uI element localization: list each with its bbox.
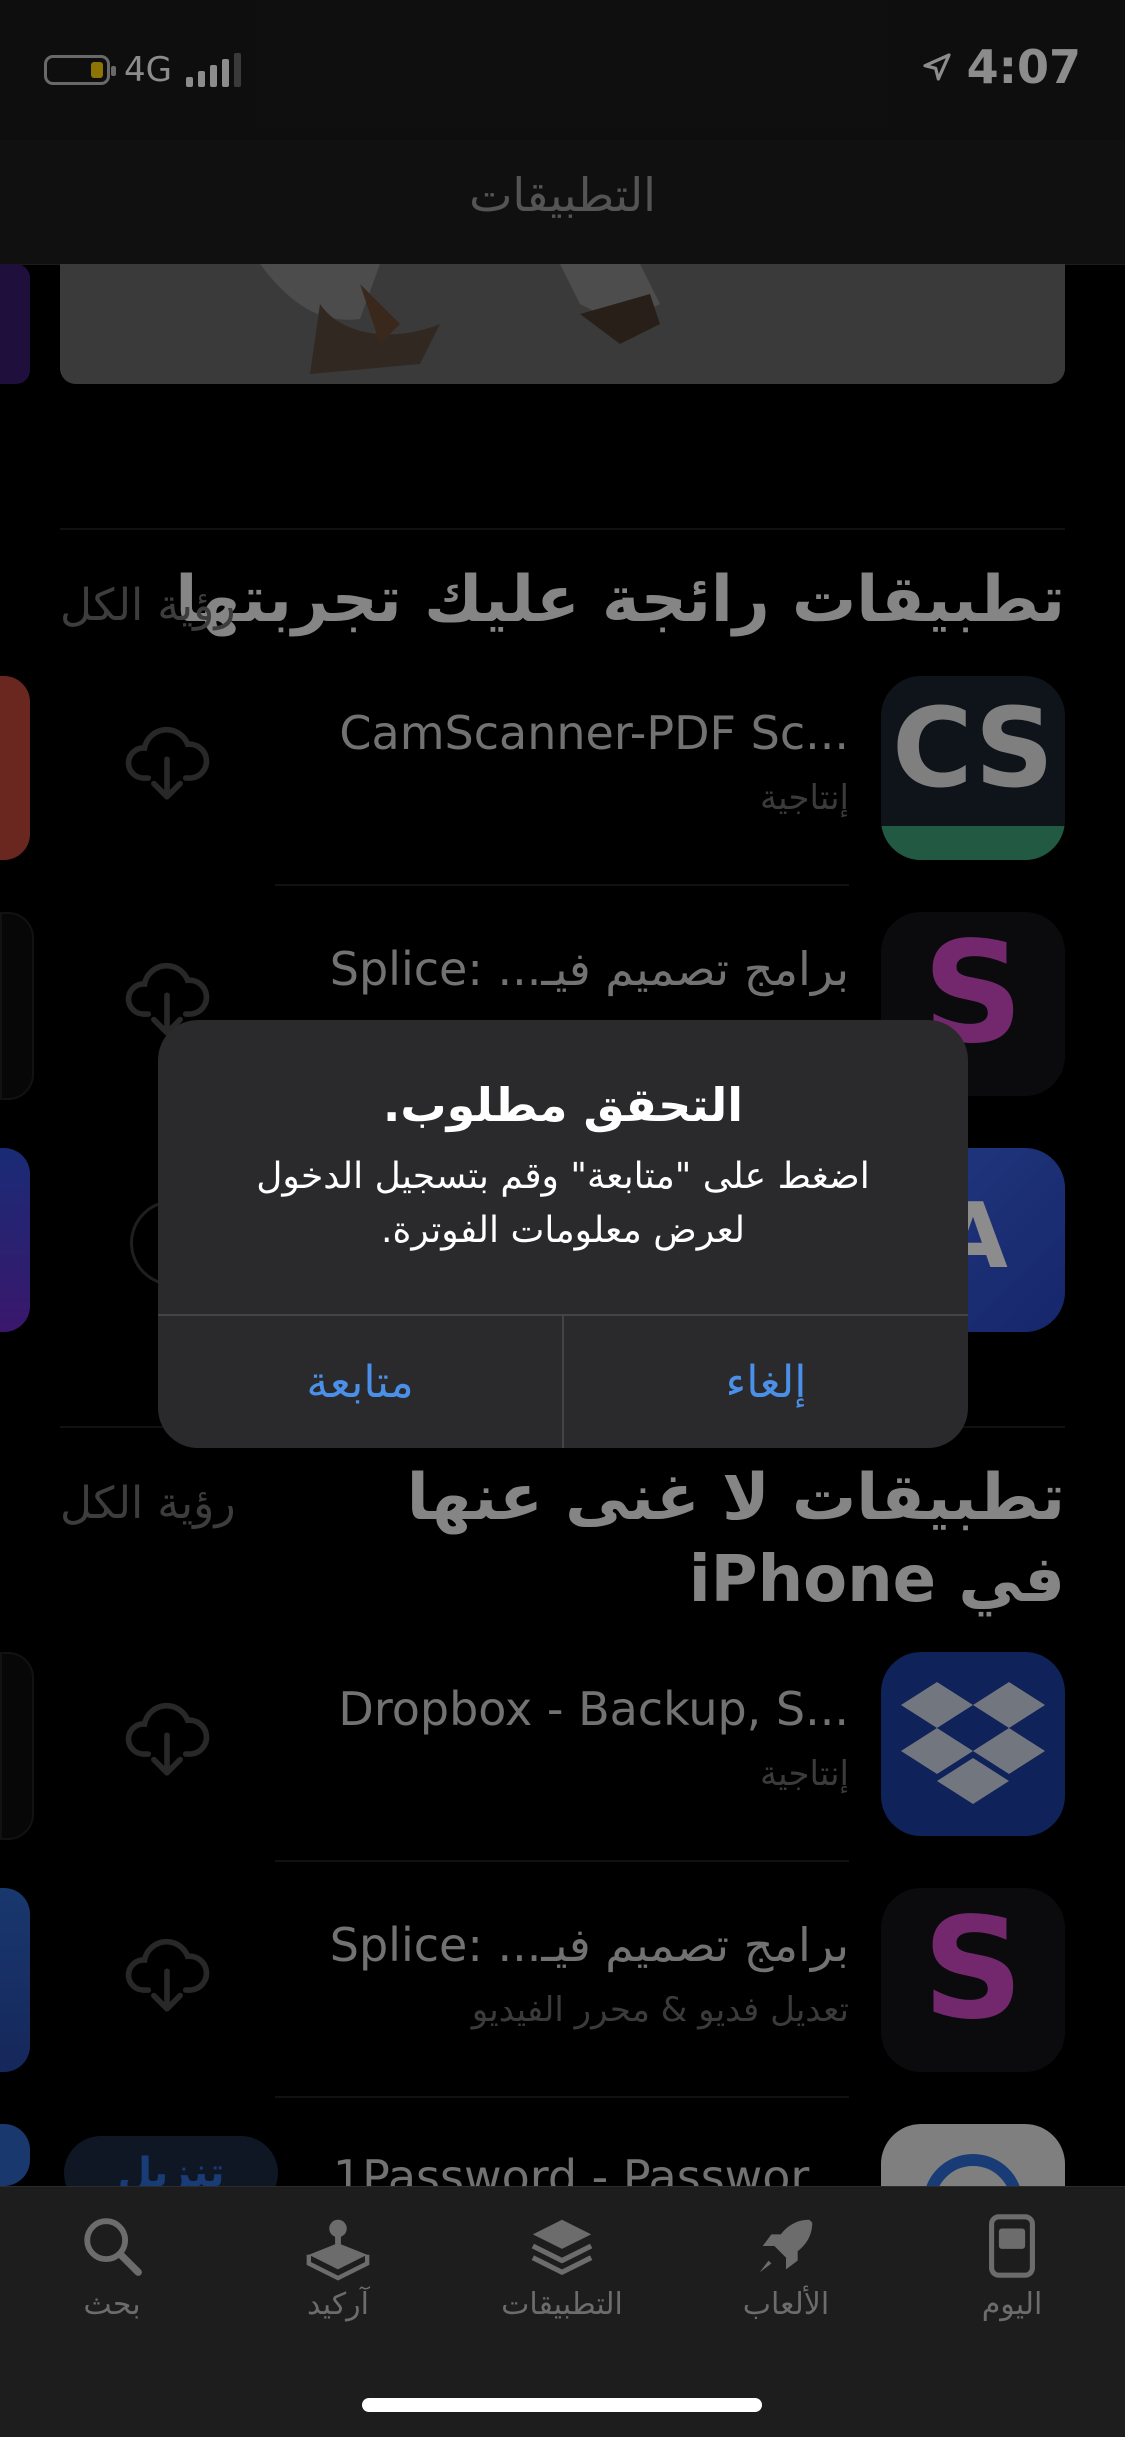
alert-message: اضغط على "متابعة" وقم بتسجيل الدخول لعرض…	[256, 1156, 870, 1251]
tab-apps[interactable]: التطبيقات	[472, 2211, 652, 2322]
tab-label: التطبيقات	[501, 2287, 623, 2322]
layers-icon	[531, 2219, 593, 2275]
tab-label: الألعاب	[742, 2287, 830, 2322]
rocket-icon	[759, 2219, 813, 2273]
tab-games[interactable]: الألعاب	[696, 2211, 876, 2322]
home-indicator[interactable]	[362, 2398, 762, 2412]
tab-label: اليوم	[981, 2287, 1043, 2322]
tab-arcade[interactable]: آركيد	[248, 2211, 428, 2322]
verification-alert: التحقق مطلوب. اضغط على "متابعة" وقم بتسج…	[158, 1020, 968, 1448]
arcade-icon	[306, 2219, 370, 2281]
tab-today[interactable]: اليوم	[922, 2211, 1102, 2322]
today-icon	[989, 2214, 1035, 2278]
continue-button[interactable]: متابعة	[158, 1316, 562, 1448]
cancel-button[interactable]: إلغاء	[564, 1316, 968, 1448]
alert-title: التحقق مطلوب.	[382, 1078, 744, 1132]
tab-search[interactable]: بحث	[22, 2211, 202, 2322]
tab-label: آركيد	[307, 2287, 369, 2322]
tab-label: بحث	[83, 2287, 141, 2322]
search-icon	[84, 2218, 142, 2276]
